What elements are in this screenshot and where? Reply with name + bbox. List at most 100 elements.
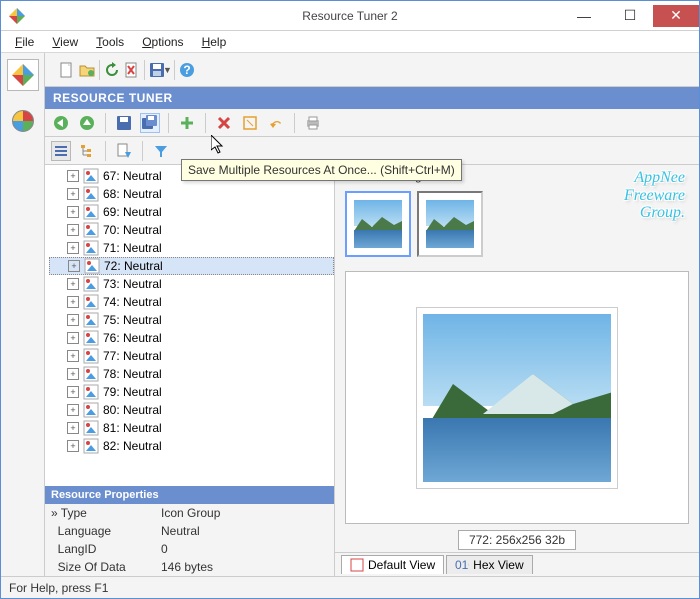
expand-icon[interactable]: + xyxy=(67,440,79,452)
side-column xyxy=(1,53,45,576)
expand-icon[interactable]: + xyxy=(67,350,79,362)
tree-item-label: 82: Neutral xyxy=(103,439,162,453)
expand-icon[interactable]: + xyxy=(67,188,79,200)
status-text: For Help, press F1 xyxy=(9,581,108,595)
refresh-icon[interactable] xyxy=(102,60,122,80)
filter-icon[interactable] xyxy=(151,141,171,161)
tree-item[interactable]: +81: Neutral xyxy=(49,419,334,437)
tree-item[interactable]: +77: Neutral xyxy=(49,347,334,365)
resource-icon xyxy=(83,168,99,184)
resource-tree[interactable]: +67: Neutral+68: Neutral+69: Neutral+70:… xyxy=(45,165,334,486)
side-icon-prism[interactable] xyxy=(7,59,39,91)
tree-item[interactable]: +74: Neutral xyxy=(49,293,334,311)
tree-item[interactable]: +71: Neutral xyxy=(49,239,334,257)
tree-item-label: 79: Neutral xyxy=(103,385,162,399)
window-title: Resource Tuner 2 xyxy=(302,9,397,23)
help-icon[interactable]: ? xyxy=(177,60,197,80)
open-folder-icon[interactable] xyxy=(77,60,97,80)
separator xyxy=(105,141,106,161)
tree-item[interactable]: +70: Neutral xyxy=(49,221,334,239)
list-view-icon[interactable] xyxy=(51,141,71,161)
preview-image xyxy=(417,308,617,488)
expand-icon[interactable]: + xyxy=(67,332,79,344)
cursor-icon xyxy=(211,135,227,157)
image-dimensions: 772: 256x256 32b xyxy=(458,530,576,550)
tree-item-label: 68: Neutral xyxy=(103,187,162,201)
tree-item[interactable]: +72: Neutral xyxy=(49,257,334,275)
view-tabs: Default View 010Hex View xyxy=(335,552,699,576)
tree-item[interactable]: +73: Neutral xyxy=(49,275,334,293)
expand-icon[interactable]: + xyxy=(67,368,79,380)
resource-icon xyxy=(83,330,99,346)
close-button[interactable]: ✕ xyxy=(653,5,699,27)
tree-item[interactable]: +68: Neutral xyxy=(49,185,334,203)
tree-item[interactable]: +78: Neutral xyxy=(49,365,334,383)
export-icon[interactable] xyxy=(114,141,134,161)
dropdown-caret-icon[interactable]: ▼ xyxy=(163,65,172,75)
tab-hex-view[interactable]: 010Hex View xyxy=(446,555,532,574)
save-multiple-icon[interactable] xyxy=(140,113,160,133)
expand-icon[interactable]: + xyxy=(67,206,79,218)
tree-item[interactable]: +69: Neutral xyxy=(49,203,334,221)
tree-item[interactable]: +76: Neutral xyxy=(49,329,334,347)
app-icon xyxy=(9,8,25,24)
menu-help[interactable]: Help xyxy=(194,33,235,51)
property-row: LanguageNeutral xyxy=(45,522,334,540)
side-icon-wheel[interactable] xyxy=(11,109,35,133)
minimize-button[interactable]: — xyxy=(561,5,607,27)
menu-tools[interactable]: Tools xyxy=(88,33,132,51)
separator xyxy=(142,141,143,161)
back-icon[interactable] xyxy=(51,113,71,133)
watermark-text: AppNeeFreewareGroup. xyxy=(624,169,685,222)
tree-item-label: 71: Neutral xyxy=(103,241,162,255)
property-row: » TypeIcon Group xyxy=(45,504,334,522)
expand-icon[interactable]: + xyxy=(67,404,79,416)
tree-item-label: 69: Neutral xyxy=(103,205,162,219)
print-icon[interactable] xyxy=(303,113,323,133)
new-file-icon[interactable] xyxy=(57,60,77,80)
menu-file[interactable]: File xyxy=(7,33,42,51)
close-doc-icon[interactable] xyxy=(122,60,142,80)
expand-icon[interactable]: + xyxy=(67,170,79,182)
dimension-row: 772: 256x256 32b xyxy=(335,528,699,552)
main-row: ▼ ? RESOURCE TUNER xyxy=(1,53,699,576)
titlebar[interactable]: Resource Tuner 2 — ☐ ✕ xyxy=(1,1,699,31)
tree-item[interactable]: +82: Neutral xyxy=(49,437,334,455)
thumbnail[interactable] xyxy=(345,191,411,257)
expand-icon[interactable]: + xyxy=(67,278,79,290)
resource-icon xyxy=(83,222,99,238)
tab-default-view[interactable]: Default View xyxy=(341,555,444,574)
expand-icon[interactable]: + xyxy=(68,260,80,272)
expand-icon[interactable]: + xyxy=(67,422,79,434)
delete-icon[interactable] xyxy=(214,113,234,133)
add-icon[interactable] xyxy=(177,113,197,133)
edit-icon[interactable] xyxy=(240,113,260,133)
app-header: RESOURCE TUNER xyxy=(45,87,699,109)
thumbnail[interactable] xyxy=(417,191,483,257)
maximize-button[interactable]: ☐ xyxy=(607,5,653,27)
tree-view-icon[interactable] xyxy=(77,141,97,161)
property-row: Size Of Data146 bytes xyxy=(45,558,334,576)
expand-icon[interactable]: + xyxy=(67,242,79,254)
undo-icon[interactable] xyxy=(266,113,286,133)
up-icon[interactable] xyxy=(77,113,97,133)
tree-item[interactable]: +79: Neutral xyxy=(49,383,334,401)
window-controls: — ☐ ✕ xyxy=(561,5,699,27)
menu-options[interactable]: Options xyxy=(134,33,191,51)
save-resource-icon[interactable] xyxy=(114,113,134,133)
view-toolbar: Save Multiple Resources At Once... (Shif… xyxy=(45,137,699,165)
tree-item-label: 80: Neutral xyxy=(103,403,162,417)
expand-icon[interactable]: + xyxy=(67,224,79,236)
separator xyxy=(99,60,100,80)
expand-icon[interactable]: + xyxy=(67,386,79,398)
tree-item[interactable]: +75: Neutral xyxy=(49,311,334,329)
expand-icon[interactable]: + xyxy=(67,314,79,326)
resource-icon xyxy=(83,312,99,328)
svg-text:?: ? xyxy=(183,63,190,77)
separator xyxy=(144,60,145,80)
tree-item-label: 81: Neutral xyxy=(103,421,162,435)
resource-icon xyxy=(83,348,99,364)
menu-view[interactable]: View xyxy=(44,33,86,51)
tree-item[interactable]: +80: Neutral xyxy=(49,401,334,419)
expand-icon[interactable]: + xyxy=(67,296,79,308)
